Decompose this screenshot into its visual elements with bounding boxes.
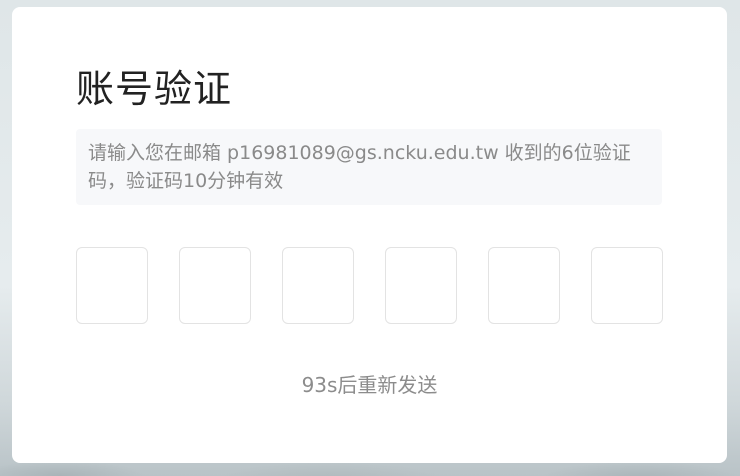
code-digit-6[interactable] xyxy=(591,247,663,324)
verification-notice: 请输入您在邮箱 p16981089@gs.ncku.edu.tw 收到的6位验证… xyxy=(76,129,662,205)
resend-countdown: 93s后重新发送 xyxy=(301,373,438,397)
code-digit-4[interactable] xyxy=(385,247,457,324)
code-digit-3[interactable] xyxy=(282,247,354,324)
code-digit-2[interactable] xyxy=(179,247,251,324)
code-digit-1[interactable] xyxy=(76,247,148,324)
page-title: 账号验证 xyxy=(76,67,233,111)
code-digit-5[interactable] xyxy=(488,247,560,324)
verification-card: 账号验证 请输入您在邮箱 p16981089@gs.ncku.edu.tw 收到… xyxy=(12,7,727,463)
code-input-group xyxy=(76,247,663,324)
